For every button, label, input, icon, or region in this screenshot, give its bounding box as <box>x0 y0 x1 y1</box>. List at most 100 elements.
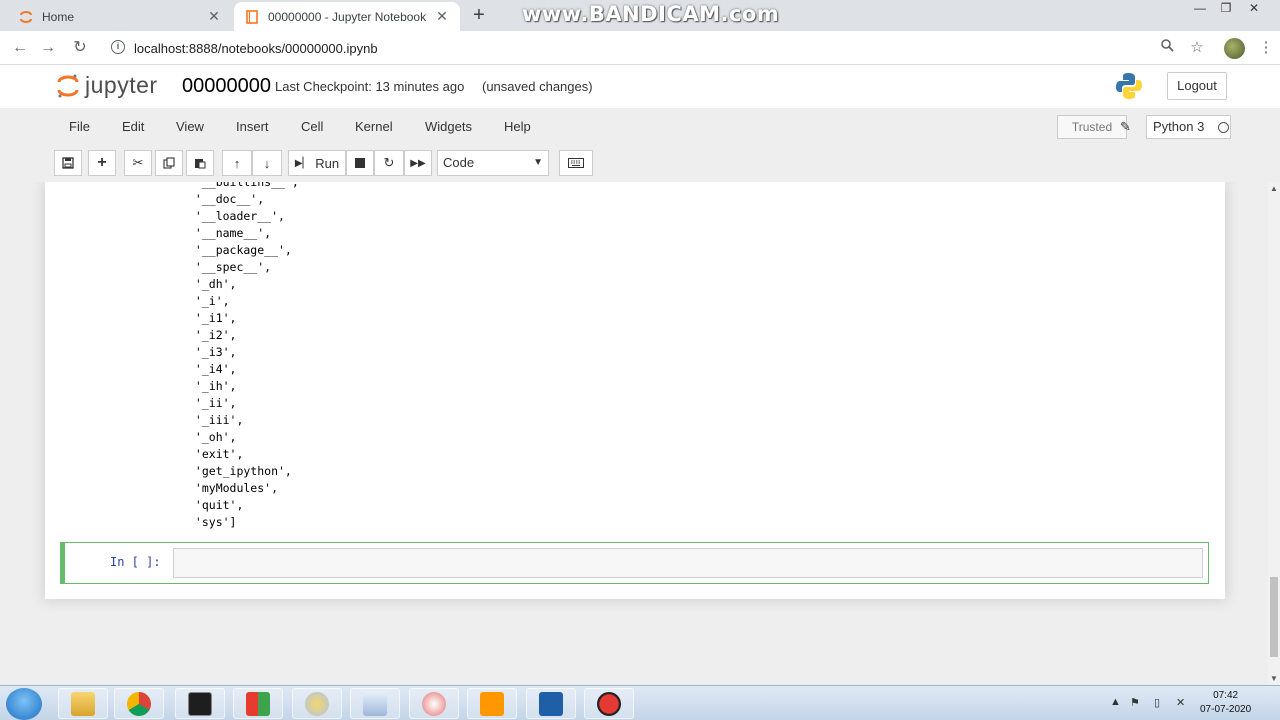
trusted-indicator[interactable]: Trusted <box>1057 115 1127 139</box>
more-menu-icon[interactable]: ⋮ <box>1256 38 1276 58</box>
pencil-icon[interactable]: ✎ <box>1120 119 1131 135</box>
profile-avatar[interactable] <box>1224 38 1245 59</box>
code-input[interactable] <box>173 548 1203 578</box>
taskbar-explorer[interactable] <box>58 688 108 719</box>
back-arrow-icon[interactable]: ← <box>10 38 30 58</box>
reload-icon[interactable]: ↻ <box>70 38 90 58</box>
jupyter-favicon-icon <box>18 9 34 25</box>
menu-cell[interactable]: Cell <box>301 119 323 134</box>
taskbar-sublime[interactable] <box>467 688 517 719</box>
tray-expand-icon[interactable]: ▲ <box>1110 696 1121 708</box>
scroll-down-icon[interactable]: ▼ <box>1270 674 1278 683</box>
taskbar: ▲ ⚑ ▯ ✕ 07:42 07-07-2020 <box>0 685 1280 720</box>
kernel-indicator: Python 3 <box>1146 115 1231 139</box>
taskbar-snipping[interactable] <box>409 688 459 719</box>
output-line: '_iii', <box>188 413 244 427</box>
taskbar-app-4[interactable] <box>233 688 283 719</box>
tab-notebook[interactable]: 00000000 - Jupyter Notebook ✕ <box>234 2 460 31</box>
menu-insert[interactable]: Insert <box>236 119 269 134</box>
menu-kernel[interactable]: Kernel <box>355 119 393 134</box>
tray-clock[interactable]: 07:42 07-07-2020 <box>1200 689 1251 717</box>
menu-view[interactable]: View <box>176 119 204 134</box>
output-line: 'get_ipython', <box>188 464 292 478</box>
menu-file[interactable]: File <box>69 119 90 134</box>
step-forward-icon: ▶▏ <box>294 157 311 169</box>
jupyter-logo[interactable]: jupyter <box>57 72 158 99</box>
vertical-scrollbar[interactable]: ▲ ▼ <box>1268 182 1280 685</box>
terminal-icon <box>188 691 212 716</box>
menu-help[interactable]: Help <box>504 119 531 134</box>
bookmark-star-icon[interactable]: ☆ <box>1187 38 1207 58</box>
output-line: '_ii', <box>188 396 237 410</box>
fast-forward-icon: ▶▶ <box>410 157 426 169</box>
restart-icon: ↻ <box>383 155 395 170</box>
close-icon[interactable]: ✕ <box>434 8 450 25</box>
move-down-button[interactable]: ↓ <box>252 150 282 176</box>
output-line: '_ih', <box>188 379 237 393</box>
save-button[interactable] <box>54 150 82 176</box>
recording-watermark: www.BANDICAM.com <box>522 2 780 26</box>
output-line: '_i2', <box>188 328 237 342</box>
cut-button[interactable]: ✂ <box>124 150 152 176</box>
tab-title: 00000000 - Jupyter Notebook <box>268 9 427 24</box>
network-icon[interactable]: ✕ <box>1176 696 1185 709</box>
taskbar-calculator[interactable] <box>350 688 400 719</box>
paste-icon <box>195 159 206 169</box>
scroll-thumb[interactable] <box>1270 577 1278 657</box>
insert-cell-button[interactable]: + <box>88 150 116 176</box>
paste-button[interactable] <box>186 150 214 176</box>
output-line: '_i3', <box>188 345 237 359</box>
clock-date: 07-07-2020 <box>1200 704 1252 715</box>
tab-home[interactable]: Home ✕ <box>8 2 232 31</box>
forward-arrow-icon[interactable]: → <box>38 38 58 58</box>
output-line: '_i', <box>188 294 230 308</box>
code-cell[interactable]: In [ ]: <box>60 542 1209 584</box>
info-icon[interactable]: i <box>111 40 125 54</box>
output-line: 'myModules', <box>188 481 279 495</box>
taskbar-paint[interactable] <box>292 688 342 719</box>
taskbar-cmd[interactable] <box>175 688 225 719</box>
taskbar-chrome[interactable] <box>114 688 164 719</box>
logout-button[interactable]: Logout <box>1167 72 1227 100</box>
notebook-name[interactable]: 00000000 <box>182 75 271 98</box>
unsaved-status: (unsaved changes) <box>482 79 593 94</box>
minimize-button[interactable]: — <box>1187 0 1213 18</box>
cell-type-value: Code <box>443 155 475 170</box>
python-logo-icon <box>1116 73 1142 99</box>
paint-icon <box>305 691 329 716</box>
jupyter-logo-icon <box>57 74 79 97</box>
cell-type-select[interactable]: Code ▼ <box>437 150 549 176</box>
calculator-icon <box>363 691 387 716</box>
taskbar-powershell[interactable] <box>526 688 576 719</box>
flag-icon[interactable]: ⚑ <box>1130 696 1140 709</box>
move-up-button[interactable]: ↑ <box>222 150 252 176</box>
address-bar[interactable]: localhost:8888/notebooks/00000000.ipynb <box>134 41 378 56</box>
output-line: '__builtins__', <box>188 182 299 189</box>
menu-bar: File Edit View Insert Cell Kernel Widget… <box>54 111 1231 143</box>
close-icon[interactable]: ✕ <box>206 8 222 25</box>
jupyter-logo-text: jupyter <box>85 72 158 98</box>
menu-edit[interactable]: Edit <box>122 119 144 134</box>
new-tab-button[interactable]: + <box>468 5 490 27</box>
keyboard-icon <box>568 158 584 168</box>
taskbar-bandicam[interactable] <box>584 688 634 719</box>
window-close-button[interactable]: ✕ <box>1241 0 1267 18</box>
notebook-container: '__builtins__', '__doc__', '__loader__',… <box>0 182 1268 685</box>
restore-button[interactable]: ❐ <box>1213 0 1239 18</box>
notebook-favicon-icon <box>244 9 260 25</box>
arrow-down-icon: ↓ <box>263 155 271 171</box>
command-palette-button[interactable] <box>559 150 593 176</box>
copy-button[interactable] <box>155 150 183 176</box>
scroll-up-icon[interactable]: ▲ <box>1270 184 1278 193</box>
restart-run-all-button[interactable]: ▶▶ <box>404 150 432 176</box>
notebook-toolbar: + ✂ ↑ ↓ ▶▏ Run ↻ ▶▶ Code ▼ <box>0 145 1280 180</box>
stop-icon <box>355 158 365 168</box>
zoom-icon[interactable] <box>1157 38 1177 58</box>
run-button[interactable]: ▶▏ Run <box>288 150 346 176</box>
start-button[interactable] <box>6 688 42 720</box>
restart-button[interactable]: ↻ <box>374 150 404 176</box>
interrupt-button[interactable] <box>346 150 374 176</box>
chrome-icon <box>127 691 151 716</box>
battery-icon[interactable]: ▯ <box>1154 696 1160 709</box>
menu-widgets[interactable]: Widgets <box>425 119 472 134</box>
